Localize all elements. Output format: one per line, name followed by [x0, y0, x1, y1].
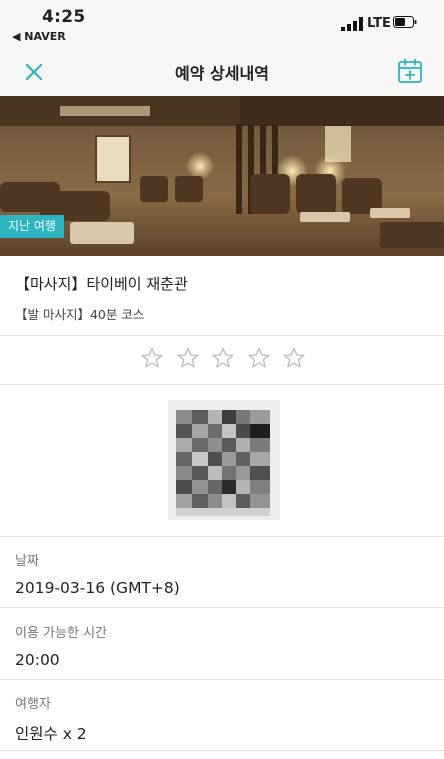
- star-icon[interactable]: [247, 346, 271, 370]
- divider: [0, 536, 444, 537]
- divider: [0, 384, 444, 385]
- hero-image: [0, 96, 444, 256]
- status-bar: 4:25 ◀ NAVER LTE: [0, 0, 444, 46]
- divider: [0, 607, 444, 608]
- qr-code: [168, 400, 280, 520]
- available-time-value: 20:00: [15, 651, 60, 669]
- available-time-label: 이용 가능한 시간: [15, 626, 107, 641]
- product-title: 【마사지】타이베이 재춘관: [15, 275, 188, 293]
- date-label: 날짜: [15, 554, 39, 569]
- star-icon[interactable]: [211, 346, 235, 370]
- calendar-add-icon[interactable]: [396, 57, 424, 85]
- traveler-value: 인원수 x 2: [15, 725, 87, 743]
- past-trip-badge: 지난 여행: [0, 215, 64, 238]
- page-title: 예약 상세내역: [175, 64, 269, 83]
- product-option: 【발 마사지】40분 코스: [15, 307, 145, 322]
- signal-icon: [341, 17, 363, 31]
- back-to-app-link[interactable]: ◀ NAVER: [12, 30, 66, 43]
- star-icon[interactable]: [176, 346, 200, 370]
- network-type: LTE: [367, 16, 391, 31]
- divider: [0, 750, 444, 751]
- massage-room-photo: [0, 96, 444, 256]
- nav-bar: 예약 상세내역: [0, 46, 444, 96]
- divider: [0, 335, 444, 336]
- star-icon[interactable]: [282, 346, 306, 370]
- rating-stars[interactable]: [140, 346, 306, 372]
- traveler-label: 여행자: [15, 697, 51, 712]
- battery-icon: [393, 16, 417, 28]
- status-time: 4:25: [42, 7, 86, 27]
- star-icon[interactable]: [140, 346, 164, 370]
- close-icon[interactable]: [22, 60, 46, 84]
- date-value: 2019-03-16 (GMT+8): [15, 579, 180, 597]
- divider: [0, 679, 444, 680]
